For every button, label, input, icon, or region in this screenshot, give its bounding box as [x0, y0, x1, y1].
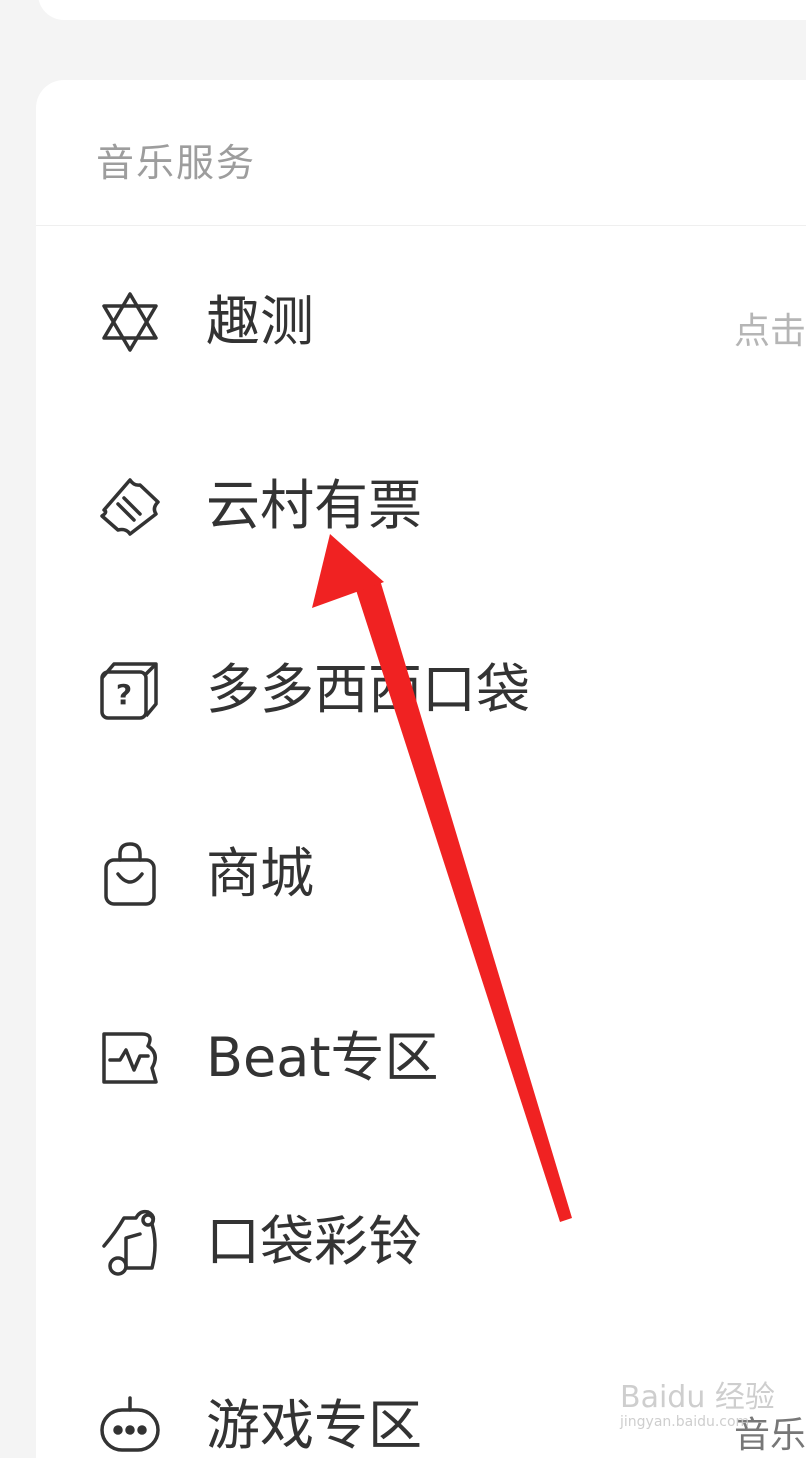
menu-item-ticket[interactable]: 云村有票: [36, 442, 806, 562]
ringtone-note-icon: [96, 1208, 164, 1276]
menu-item-label: 多多西西口袋: [206, 658, 530, 721]
hexagram-star-icon: [96, 288, 164, 356]
watermark-url: jingyan.baidu.com: [620, 1414, 750, 1430]
menu-item-label: 游戏专区: [206, 1394, 422, 1457]
menu-item-label: 云村有票: [206, 474, 422, 537]
gamepad-icon: [96, 1392, 164, 1458]
svg-text:?: ?: [116, 678, 132, 711]
menu-item-label: 商城: [206, 842, 314, 905]
mystery-box-icon: ?: [96, 656, 164, 724]
previous-card: [38, 0, 806, 20]
menu-item-beat[interactable]: Beat专区: [36, 994, 806, 1114]
menu-item-label: 口袋彩铃: [206, 1210, 422, 1273]
watermark-logo: Baidu 经验: [620, 1380, 775, 1415]
menu-item-mall[interactable]: 商城: [36, 810, 806, 930]
section-title: 音乐服务: [96, 141, 257, 185]
music-services-card: 音乐服务 趣测 点击 云村有票 ? 多多西西口袋 商城 Beat专区 口袋彩铃 …: [36, 80, 806, 1458]
ticket-icon: [96, 472, 164, 540]
baidu-watermark: Baidu 经验 jingyan.baidu.com: [620, 1372, 800, 1442]
menu-item-ringtone[interactable]: 口袋彩铃: [36, 1178, 806, 1298]
menu-item-quce[interactable]: 趣测 点击: [36, 258, 806, 378]
menu-item-pocket[interactable]: ? 多多西西口袋: [36, 626, 806, 746]
menu-item-label: 趣测: [206, 290, 314, 353]
menu-item-label: Beat专区: [206, 1026, 439, 1089]
shopping-bag-icon: [96, 840, 164, 908]
divider: [36, 225, 806, 226]
menu-item-hint: 点击: [733, 311, 806, 352]
page: 音乐服务 趣测 点击 云村有票 ? 多多西西口袋 商城 Beat专区 口袋彩铃 …: [0, 0, 806, 1458]
beat-wave-icon: [96, 1024, 164, 1092]
